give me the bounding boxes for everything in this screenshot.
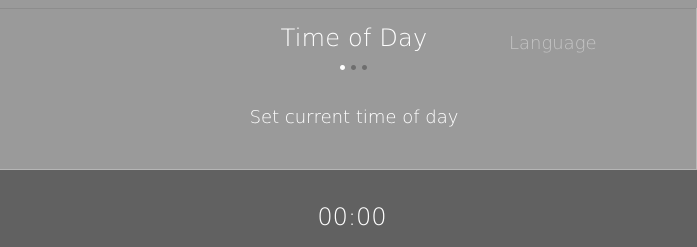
top-divider [0,8,697,9]
page-indicator-dot-3 [362,64,367,70]
page-indicator-dot-1 [340,64,345,70]
current-setting-title: Time of Day [280,24,428,52]
time-value-display[interactable]: 00:00 [317,203,386,231]
time-picker-panel[interactable]: 00:00 [0,169,697,247]
next-setting-tab[interactable]: Language [509,33,597,54]
setting-description: Set current time of day [249,107,459,128]
page-indicator [340,64,371,70]
time-setup-screen: Time of Day Language Set current time of… [0,0,697,247]
page-indicator-dot-2 [351,64,356,70]
